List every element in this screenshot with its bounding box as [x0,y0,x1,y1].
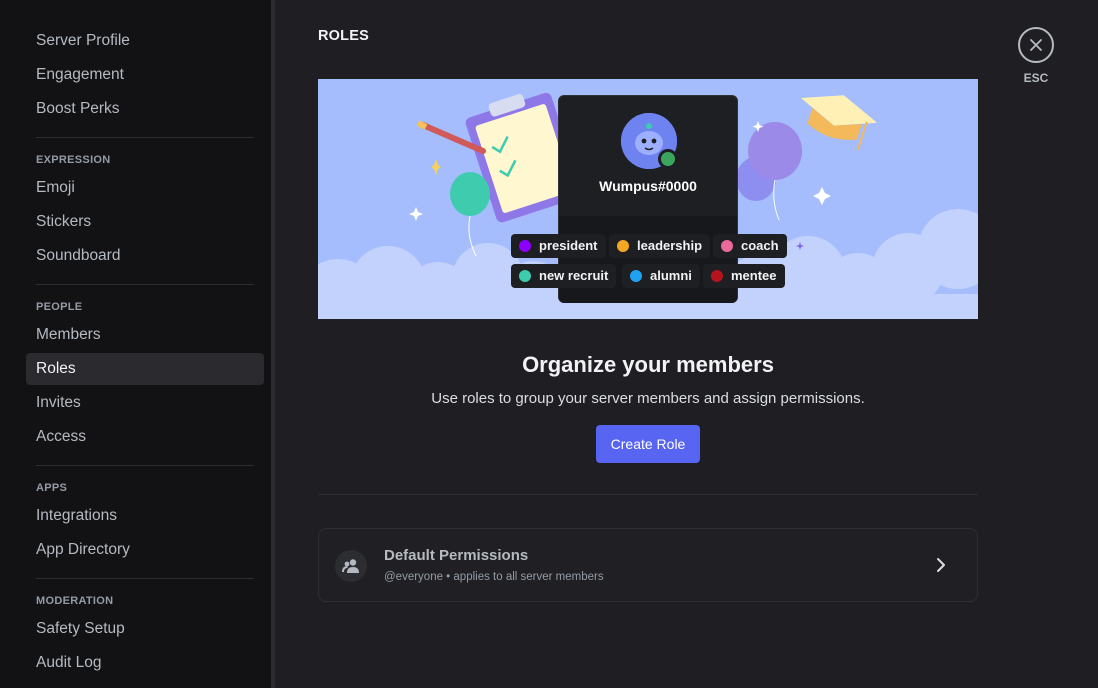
sidebar-item-server-profile[interactable]: Server Profile [26,25,264,57]
graduation-cap-decoration [800,95,877,151]
members-icon [335,550,367,582]
sidebar-item-invites[interactable]: Invites [26,387,264,419]
profile-card-footer [559,216,737,303]
role-pill-leadership: leadership [609,234,711,258]
role-pill-mentee: mentee [703,264,785,288]
sidebar-item-boost-perks[interactable]: Boost Perks [26,93,264,125]
role-name: leadership [637,238,703,253]
sidebar-item-engagement[interactable]: Engagement [26,59,264,91]
sidebar-item-members[interactable]: Members [26,319,264,351]
sidebar-divider [36,284,254,285]
role-color-dot [721,240,733,252]
role-color-dot [519,240,531,252]
online-status-dot [658,149,678,169]
sidebar-item-soundboard[interactable]: Soundboard [26,240,264,272]
sidebar-divider [36,465,254,466]
purple-balloons-decoration [736,122,802,221]
role-color-dot [630,270,642,282]
chevron-right-icon [937,558,945,572]
page-title: ROLES [318,28,369,44]
role-name: mentee [731,268,777,283]
yellow-sparkle-decoration [431,159,441,175]
close-control[interactable]: ESC [1018,27,1054,85]
default-permissions-title: Default Permissions [384,547,529,564]
role-color-dot [711,270,723,282]
profile-username: Wumpus#0000 [599,178,697,194]
sidebar-item-app-directory[interactable]: App Directory [26,534,264,566]
sidebar-item-audit-log[interactable]: Audit Log [26,647,264,679]
settings-sidebar: Server Profile Engagement Boost Perks EX… [0,0,272,688]
default-permissions-subtitle: @everyone • applies to all server member… [384,571,604,583]
sidebar-item-integrations[interactable]: Integrations [26,500,264,532]
esc-label: ESC [1023,71,1049,85]
role-name: coach [741,238,779,253]
role-name: president [539,238,598,253]
role-pill-new-recruit: new recruit [511,264,617,288]
sidebar-item-access[interactable]: Access [26,421,264,453]
sidebar-heading-apps: APPS [36,482,68,494]
sidebar-scrollbar[interactable] [271,0,275,688]
sidebar-item-roles[interactable]: Roles [26,353,264,385]
sidebar-item-emoji[interactable]: Emoji [26,172,264,204]
empty-state-heading: Organize your members [522,352,774,377]
role-name: new recruit [539,268,609,283]
sidebar-heading-moderation: MODERATION [36,595,114,607]
sidebar-heading-people: PEOPLE [36,301,83,313]
role-pill-president: president [511,234,606,258]
role-pill-alumni: alumni [622,264,700,288]
default-permissions-card[interactable]: Default Permissions @everyone • applies … [318,528,978,602]
role-color-dot [617,240,629,252]
roles-page: ROLES ESC Wumpus#0000 president leadersh… [276,0,1098,688]
create-role-button[interactable]: Create Role [596,425,700,463]
roles-banner-illustration: Wumpus#0000 president leadership coach n… [318,79,978,319]
sidebar-item-stickers[interactable]: Stickers [26,206,264,238]
empty-state-description: Use roles to group your server members a… [431,390,865,407]
sidebar-item-safety-setup[interactable]: Safety Setup [26,613,264,645]
role-pill-coach: coach [713,234,787,258]
role-name: alumni [650,268,692,283]
role-color-dot [519,270,531,282]
close-button[interactable] [1018,27,1054,63]
close-icon [1030,39,1042,51]
sidebar-heading-expression: EXPRESSION [36,154,111,166]
section-divider [318,494,978,495]
sidebar-divider [36,578,254,579]
sidebar-divider [36,137,254,138]
